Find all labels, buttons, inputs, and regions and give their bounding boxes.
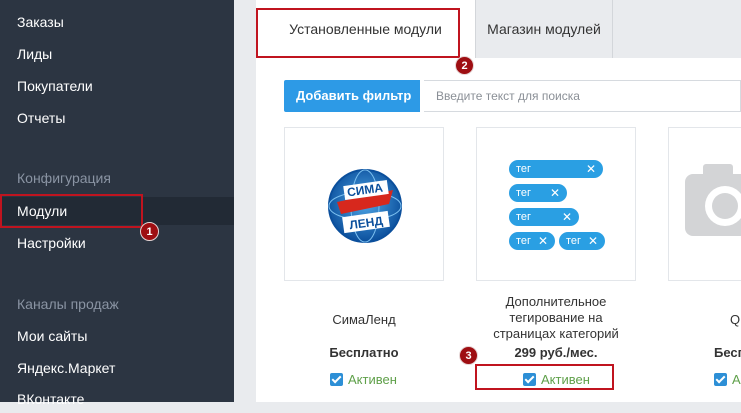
sidebar-item-yandex-market[interactable]: Яндекс.Маркет [0, 354, 234, 382]
tag-pill: тег ✕ [509, 208, 579, 226]
tag-label: тег [516, 211, 532, 223]
simaland-logo: СИМА ЛЕНД [328, 169, 402, 243]
module-card-image-simaland[interactable]: СИМА ЛЕНД [284, 127, 444, 281]
module-card-image-tags[interactable]: тег ✕ тег ✕ тег ✕ тег ✕ тег ✕ [476, 127, 636, 281]
tag-pill: тег ✕ [509, 232, 555, 250]
annotation-badge: 1 [140, 222, 159, 241]
tab-module-store[interactable]: Магазин модулей [475, 0, 613, 58]
sidebar-item-settings[interactable]: Настройки [0, 229, 234, 257]
annotation-highlight-installed-tab [256, 8, 460, 58]
close-icon: ✕ [537, 234, 548, 248]
module-name-line: страницах категорий [493, 326, 619, 341]
sidebar-item-customers[interactable]: Покупатели [0, 72, 234, 100]
add-filter-label: Добавить фильтр [296, 88, 412, 103]
checkbox-checked-icon [330, 373, 343, 386]
close-icon: ✕ [561, 210, 572, 224]
module-price-tags: 299 руб./мес. [514, 345, 598, 360]
sidebar-item-leads[interactable]: Лиды [0, 40, 234, 68]
tag-label: тег [516, 235, 532, 247]
tag-pill: тег ✕ [509, 184, 567, 202]
sidebar-item-reports[interactable]: Отчеты [0, 104, 234, 132]
module-price-qr: Бесп [714, 345, 741, 360]
module-name-line: тегирование на [509, 310, 603, 325]
camera-icon [685, 164, 741, 236]
status-label: Активен [348, 372, 397, 387]
module-status-simaland[interactable]: Активен [330, 372, 397, 387]
sidebar-item-my-sites[interactable]: Мои сайты [0, 322, 234, 350]
module-name-qr[interactable]: QR [730, 312, 741, 328]
tag-label: тег [516, 163, 532, 175]
annotation-badge: 3 [459, 346, 478, 365]
close-icon: ✕ [585, 162, 596, 176]
sidebar-item-orders[interactable]: Заказы [0, 8, 234, 36]
checkbox-checked-icon [714, 373, 727, 386]
annotation-badge: 2 [455, 56, 474, 75]
tag-label: тег [566, 235, 582, 247]
module-name-tags[interactable]: Дополнительное тегирование на страницах … [476, 294, 636, 342]
status-label: Актив [732, 372, 741, 387]
close-icon: ✕ [587, 234, 598, 248]
tag-label: тег [516, 187, 532, 199]
add-filter-button[interactable]: Добавить фильтр [284, 80, 420, 132]
module-status-qr[interactable]: Актив [714, 372, 741, 387]
tag-pill: тег ✕ [559, 232, 605, 250]
annotation-highlight-status [475, 364, 614, 390]
sidebar-item-vkontakte[interactable]: ВКонтакте [0, 385, 234, 413]
close-icon: ✕ [549, 186, 560, 200]
module-name-simaland[interactable]: СимаЛенд [284, 312, 444, 328]
tag-pill: тег ✕ [509, 160, 603, 178]
module-name-line: Дополнительное [505, 294, 607, 309]
sidebar-section-config: Конфигурация [17, 170, 111, 186]
module-card-image-qr[interactable] [668, 127, 741, 281]
search-input[interactable]: Введите текст для поиска [424, 80, 741, 112]
sidebar-section-channels: Каналы продаж [17, 296, 119, 312]
annotation-highlight-modules [0, 194, 143, 228]
module-price-simaland: Бесплатно [329, 345, 399, 360]
